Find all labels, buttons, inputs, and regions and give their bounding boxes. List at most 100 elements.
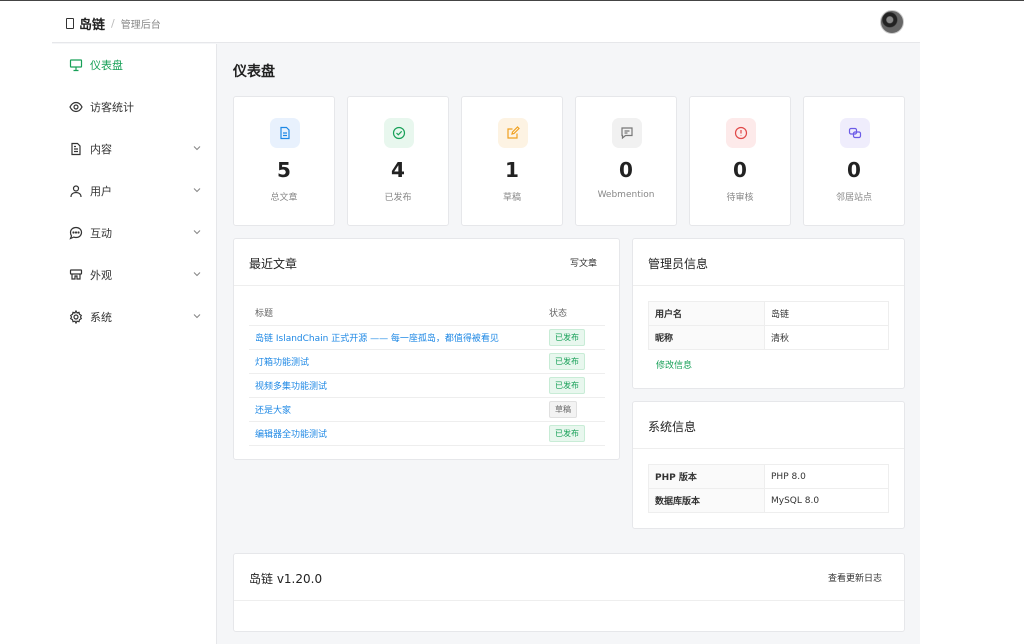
stat-label: 已发布 [384, 193, 412, 203]
write-post-button[interactable]: 写文章 [570, 256, 597, 269]
table-row: 用户名 岛链 [648, 301, 889, 326]
sidebar-item-content[interactable]: 内容 [52, 134, 217, 164]
sidebar-item-label: 外观 [90, 269, 112, 282]
status-badge: 已发布 [549, 352, 585, 370]
divider [633, 285, 904, 286]
table-row: 还是大家 草稿 [249, 397, 605, 422]
document-icon [69, 142, 83, 156]
edit-icon [507, 126, 520, 139]
sidebar-item-system[interactable]: 系统 [52, 302, 217, 332]
panel-title: 最近文章 [249, 257, 298, 271]
top-header: 岛链 / 管理后台 [52, 1, 920, 43]
main-content: 仪表盘 5 总文章 4 已发布 1 草稿 0 Webmention 0 待审核 … [218, 44, 920, 644]
system-info-table: PHP 版本 PHP 8.0 数据库版本 MySQL 8.0 [648, 464, 889, 513]
changelog-link[interactable]: 查看更新日志 [828, 571, 882, 584]
chevron-down-icon [193, 230, 201, 235]
stat-label: 待审核 [726, 193, 754, 203]
alert-circle-icon [734, 126, 748, 140]
sidebar-item-label: 系统 [90, 311, 112, 324]
stat-icon-box [612, 118, 642, 148]
info-value: 清秋 [764, 325, 889, 350]
page-title: 仪表盘 [233, 64, 275, 80]
status-badge: 已发布 [549, 424, 585, 442]
status-badge: 已发布 [549, 328, 585, 346]
post-title-link[interactable]: 视频多集功能测试 [249, 373, 543, 398]
stat-value: 1 [505, 158, 519, 182]
stat-label: Webmention [597, 190, 655, 200]
stat-icon-box [384, 118, 414, 148]
admin-info-panel: 管理员信息 用户名 岛链 昵称 清秋 修改信息 [632, 238, 905, 389]
post-title-link[interactable]: 编辑器全功能测试 [249, 421, 543, 446]
version-title: 岛链 v1.20.0 [249, 572, 323, 586]
admin-info-table: 用户名 岛链 昵称 清秋 [648, 301, 889, 350]
edit-info-link[interactable]: 修改信息 [656, 358, 692, 371]
brand-separator: / [111, 17, 115, 30]
palette-icon [69, 268, 83, 282]
info-key: 数据库版本 [648, 488, 765, 513]
divider [633, 448, 904, 449]
recent-posts-panel: 最近文章 写文章 标题 状态 岛链 IslandChain 正式开源 —— 每一… [233, 238, 620, 460]
stat-card-pending[interactable]: 0 待审核 [689, 96, 791, 226]
sidebar-item-users[interactable]: 用户 [52, 176, 217, 206]
info-value: 岛链 [764, 301, 889, 326]
stat-label: 总文章 [270, 193, 298, 203]
chevron-down-icon [193, 188, 201, 193]
presentation-icon [69, 58, 83, 72]
sidebar-item-dashboard[interactable]: 仪表盘 [52, 50, 217, 80]
version-panel: 岛链 v1.20.0 查看更新日志 [233, 553, 905, 632]
post-title-link[interactable]: 还是大家 [249, 397, 543, 422]
stat-icon-box [726, 118, 756, 148]
sidebar-item-interaction[interactable]: 互动 [52, 218, 217, 248]
info-key: PHP 版本 [648, 464, 765, 489]
brand-subtitle: 管理后台 [120, 20, 161, 31]
sidebar-item-label: 仪表盘 [90, 59, 123, 72]
brand[interactable]: 岛链 / 管理后台 [66, 14, 161, 33]
table-row: 编辑器全功能测试 已发布 [249, 421, 605, 446]
divider [234, 285, 619, 286]
stat-value: 0 [847, 158, 861, 182]
stat-card-neighbor-sites[interactable]: 0 邻居站点 [803, 96, 905, 226]
gear-icon [69, 310, 83, 324]
admin-app: 岛链 / 管理后台 仪表盘 访客统计 内容 用户 互动 外观 系统 仪表盘 5 … [52, 1, 920, 644]
table-row: 数据库版本 MySQL 8.0 [648, 488, 889, 513]
status-badge: 草稿 [549, 400, 577, 418]
link-icon [848, 127, 862, 139]
chevron-down-icon [193, 146, 201, 151]
stat-card-drafts[interactable]: 1 草稿 [461, 96, 563, 226]
sidebar-item-visitor-stats[interactable]: 访客统计 [52, 92, 217, 122]
user-avatar[interactable] [880, 10, 904, 34]
stat-label: 草稿 [502, 193, 521, 203]
table-row: PHP 版本 PHP 8.0 [648, 464, 889, 489]
stat-label: 邻居站点 [835, 193, 872, 203]
table-row: 灯箱功能测试 已发布 [249, 349, 605, 374]
column-header-title: 标题 [249, 301, 543, 326]
brand-name: 岛链 [79, 18, 106, 33]
table-header-row: 标题 状态 [249, 301, 605, 326]
eye-icon [69, 100, 83, 114]
post-title-link[interactable]: 岛链 IslandChain 正式开源 —— 每一座孤岛，都值得被看见 [249, 325, 543, 350]
sidebar-item-label: 用户 [90, 185, 112, 198]
table-row: 昵称 清秋 [648, 325, 889, 350]
sidebar-item-appearance[interactable]: 外观 [52, 260, 217, 290]
sidebar-item-label: 内容 [90, 143, 112, 156]
info-key: 昵称 [648, 325, 765, 350]
stat-value: 5 [277, 158, 291, 182]
post-title-link[interactable]: 灯箱功能测试 [249, 349, 543, 374]
column-header-status: 状态 [543, 301, 605, 326]
chevron-down-icon [193, 314, 201, 319]
system-info-panel: 系统信息 PHP 版本 PHP 8.0 数据库版本 MySQL 8.0 [632, 401, 905, 529]
panel-title: 系统信息 [648, 420, 697, 434]
stat-card-published[interactable]: 4 已发布 [347, 96, 449, 226]
message-icon [621, 127, 633, 140]
stat-icon-box [498, 118, 528, 148]
stat-icon-box [840, 118, 870, 148]
stat-card-webmention[interactable]: 0 Webmention [575, 96, 677, 226]
info-value: PHP 8.0 [764, 464, 889, 489]
recent-posts-table: 标题 状态 岛链 IslandChain 正式开源 —— 每一座孤岛，都值得被看… [249, 301, 605, 446]
sidebar: 仪表盘 访客统计 内容 用户 互动 外观 系统 [52, 44, 217, 644]
info-value: MySQL 8.0 [764, 488, 889, 513]
stat-value: 0 [619, 158, 633, 182]
stat-icon-box [270, 118, 300, 148]
stat-card-total-posts[interactable]: 5 总文章 [233, 96, 335, 226]
brand-logo-icon [66, 18, 74, 29]
